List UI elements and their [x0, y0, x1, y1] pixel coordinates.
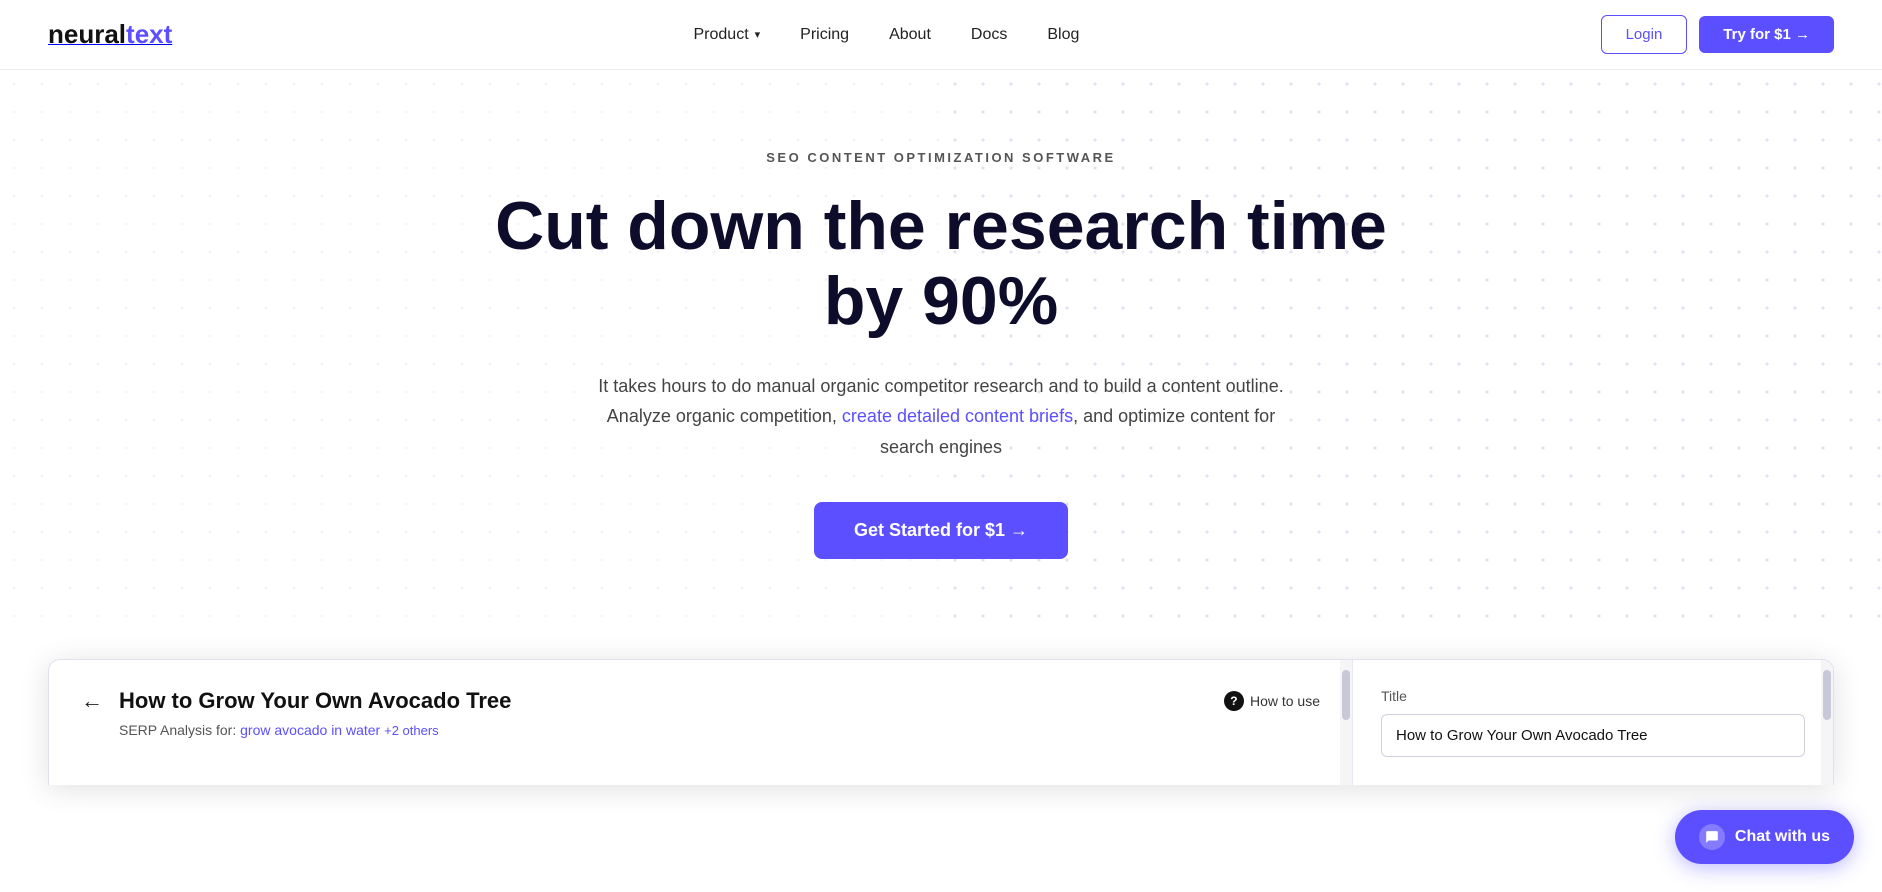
demo-left-panel: ← How to Grow Your Own Avocado Tree ? Ho… [49, 660, 1353, 785]
hero-section: SEO CONTENT OPTIMIZATION SOFTWARE Cut do… [0, 70, 1882, 619]
nav-docs[interactable]: Docs [971, 26, 1007, 44]
hero-desc-link[interactable]: create detailed content briefs [842, 406, 1073, 426]
hero-description: It takes hours to do manual organic comp… [591, 371, 1291, 463]
serp-label: SERP Analysis for: [119, 722, 236, 738]
chevron-down-icon: ▾ [755, 28, 761, 41]
question-icon: ? [1224, 691, 1244, 711]
chat-label: Chat with us [1735, 828, 1830, 846]
logo-text-plain: neural [48, 19, 126, 49]
title-input[interactable] [1381, 714, 1805, 757]
how-to-use-button[interactable]: ? How to use [1224, 691, 1320, 711]
how-to-use-label: How to use [1250, 693, 1320, 709]
nav-product[interactable]: Product ▾ [694, 26, 761, 44]
nav-about[interactable]: About [889, 26, 931, 44]
left-scrollbar-thumb[interactable] [1342, 670, 1350, 720]
nav-pricing[interactable]: Pricing [800, 26, 849, 44]
hero-title: Cut down the research time by 90% [491, 189, 1391, 339]
logo-text-accent: text [126, 19, 172, 49]
hero-content: SEO CONTENT OPTIMIZATION SOFTWARE Cut do… [48, 150, 1834, 559]
try-button[interactable]: Try for $1 → [1699, 16, 1834, 53]
demo-section: ← How to Grow Your Own Avocado Tree ? Ho… [48, 659, 1834, 785]
demo-left-header: ← How to Grow Your Own Avocado Tree ? Ho… [81, 688, 1320, 714]
demo-serp-line: SERP Analysis for: grow avocado in water… [119, 722, 1320, 738]
nav-links: Product ▾ Pricing About Docs Blog [694, 26, 1080, 44]
demo-right-panel: Title [1353, 660, 1833, 785]
navbar: neuraltext Product ▾ Pricing About Docs … [0, 0, 1882, 70]
hero-desc-line1: It takes hours to do manual organic comp… [598, 376, 1283, 396]
nav-blog[interactable]: Blog [1047, 26, 1079, 44]
right-scrollbar-thumb[interactable] [1823, 670, 1831, 720]
get-started-button[interactable]: Get Started for $1 → [814, 502, 1068, 559]
title-label: Title [1381, 688, 1805, 704]
login-button[interactable]: Login [1601, 15, 1688, 54]
hero-desc-line2-before: Analyze organic competition, [607, 406, 842, 426]
chat-bubble-icon [1699, 824, 1725, 850]
nav-actions: Login Try for $1 → [1601, 15, 1834, 54]
hero-subtitle: SEO CONTENT OPTIMIZATION SOFTWARE [48, 150, 1834, 165]
demo-article-title: How to Grow Your Own Avocado Tree [119, 688, 511, 714]
back-arrow-icon[interactable]: ← [81, 688, 103, 714]
serp-link[interactable]: grow avocado in water [240, 722, 380, 738]
chat-widget[interactable]: Chat with us [1675, 810, 1854, 864]
left-scrollbar-track [1340, 660, 1352, 785]
logo[interactable]: neuraltext [48, 19, 172, 50]
serp-more[interactable]: +2 others [384, 723, 439, 738]
right-scrollbar-track [1821, 660, 1833, 785]
